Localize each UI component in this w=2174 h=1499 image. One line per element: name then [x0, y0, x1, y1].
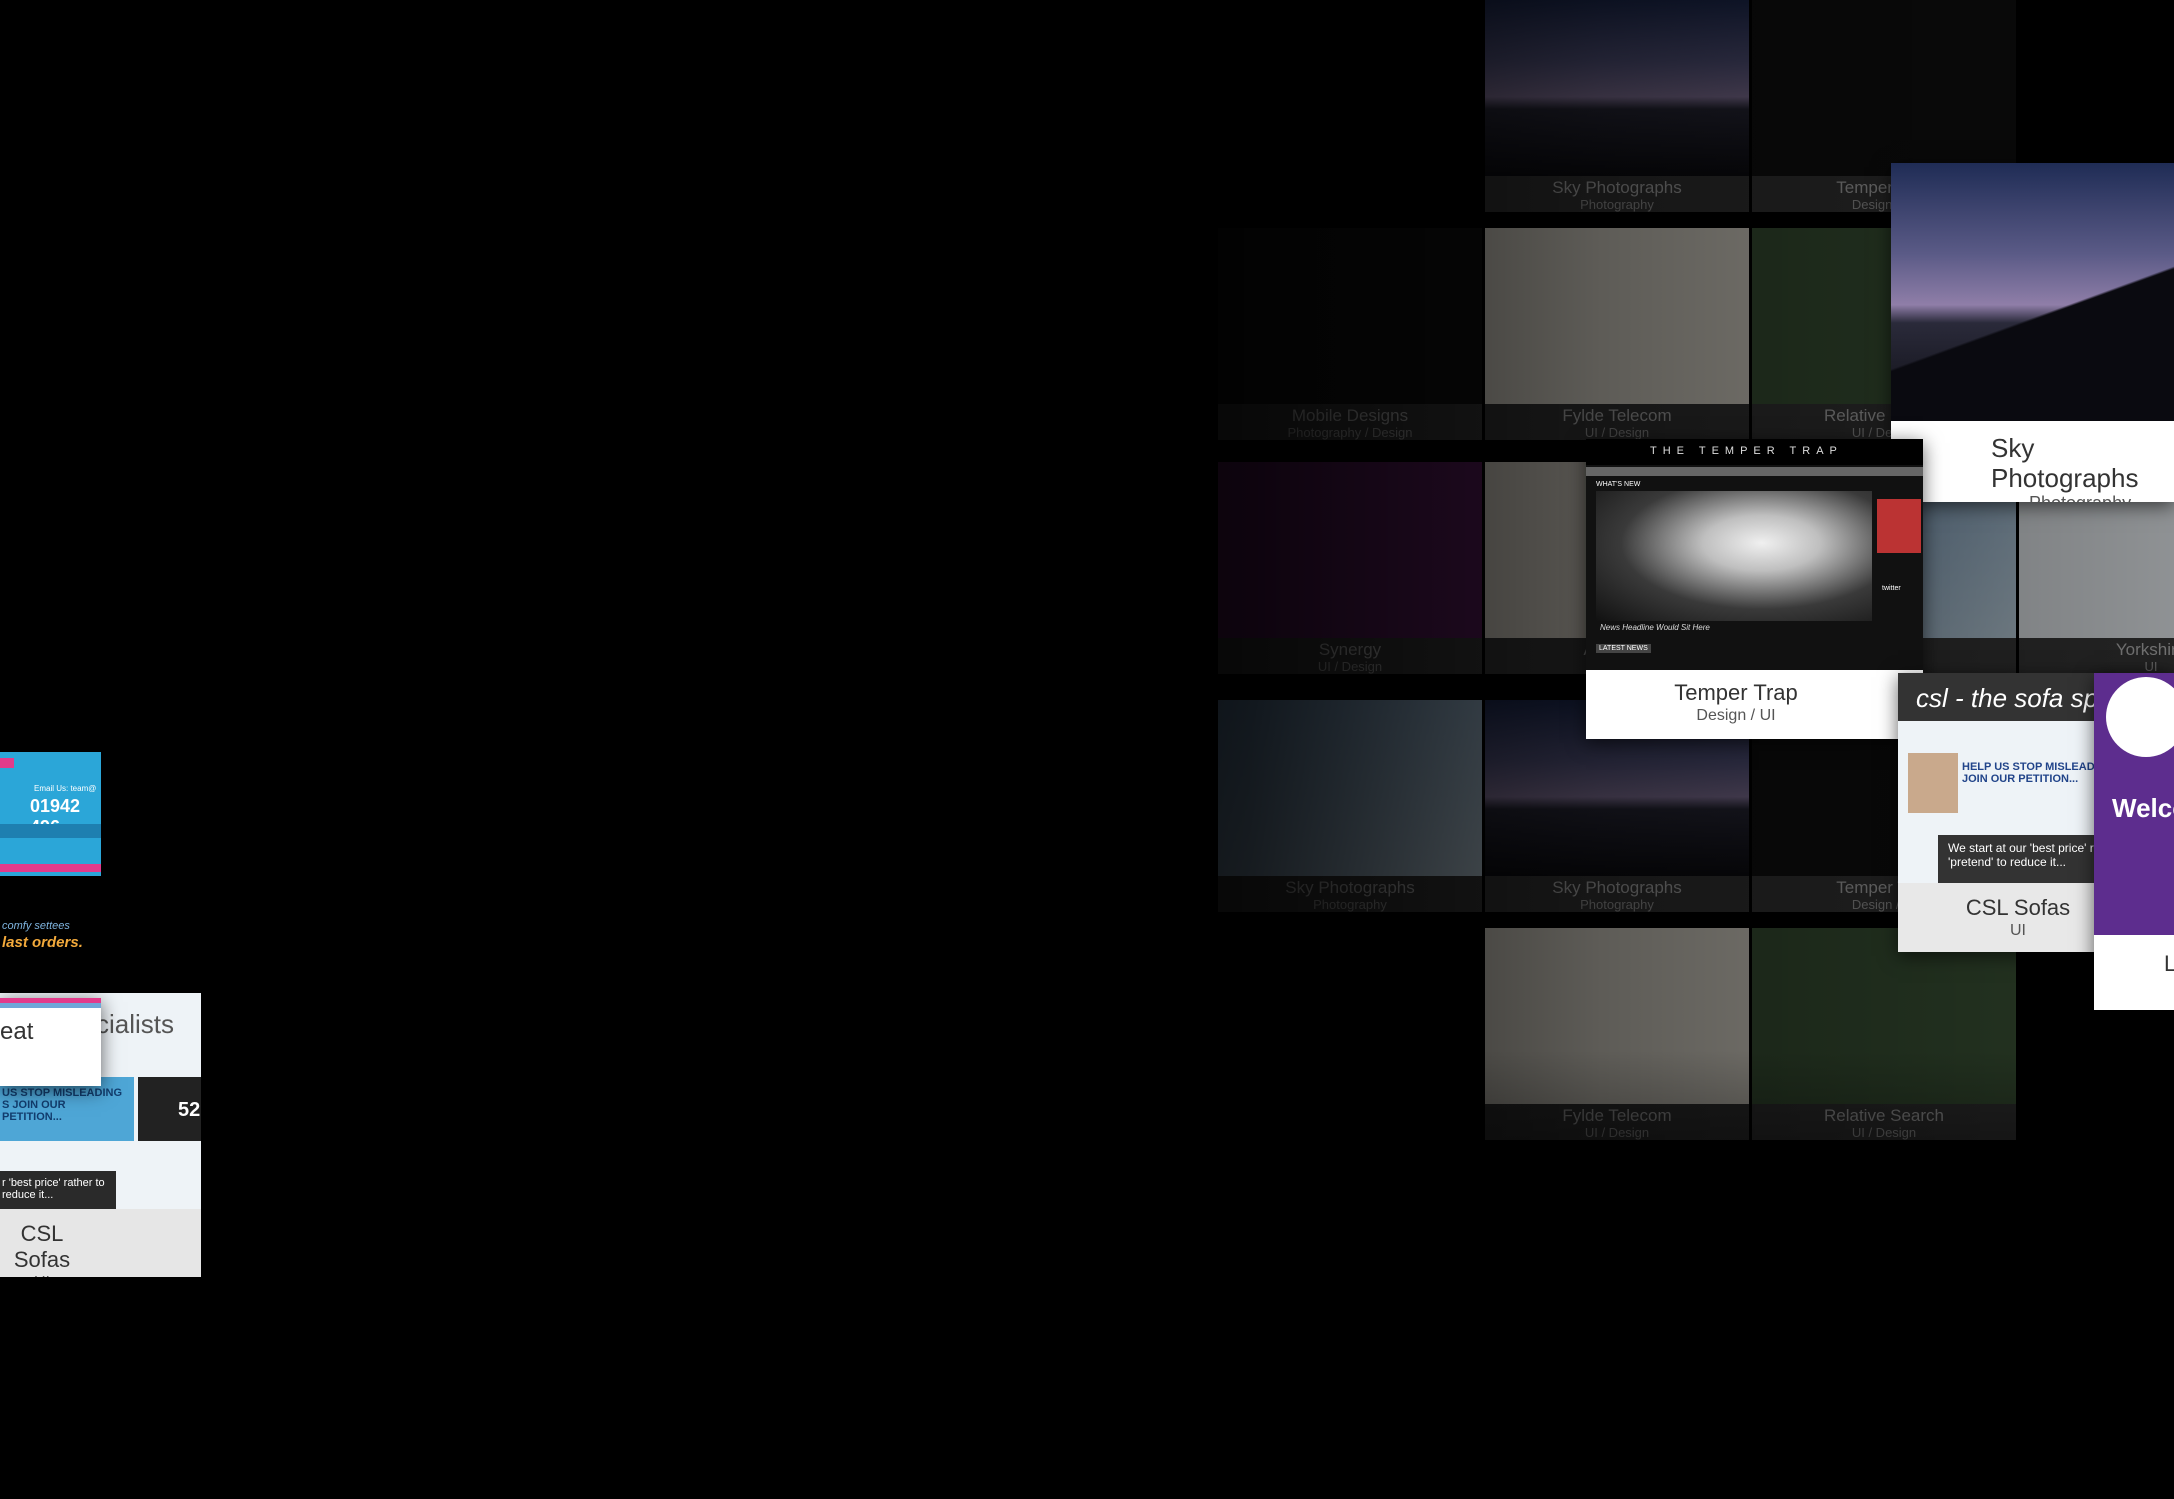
tile-screenshot	[1218, 462, 1482, 638]
project-card-sky-photographs[interactable]: Sky Photographs Photography	[1891, 163, 2174, 502]
project-card-comfy-settees[interactable]: comfy settees last orders.	[0, 890, 90, 990]
tile-title: Relative Search	[1823, 1106, 1944, 1125]
card-screenshot: Welco	[2094, 673, 2174, 935]
tile-title: Synergy	[1318, 640, 1382, 659]
gallery-stage: Sky Photographs Photography Temper Trap De…	[0, 0, 2174, 1499]
brand-text: cialists	[96, 1009, 175, 1039]
tile-title: Sky Photographs	[1552, 178, 1682, 197]
card-screenshot: Email Us: team@ 01942 496	[0, 752, 101, 876]
whats-new-label: WHAT'S NEW	[1596, 481, 1641, 488]
tile-subtitle: UI / Design	[1584, 425, 1650, 440]
site-header-bar: THE TEMPER TRAP	[1586, 439, 1923, 465]
tile-screenshot	[1218, 228, 1482, 404]
card-title: Temper Trap	[1674, 680, 1798, 705]
twitter-label: twitter	[1882, 585, 1901, 592]
card-title: Sky Photographs	[1991, 433, 2139, 493]
gallery-tile[interactable]: Sky Photographs Photography	[1485, 0, 1749, 212]
site-name: THE TEMPER TRAP	[1650, 445, 1843, 457]
gallery-tile[interactable]: Fylde Telecom UI / Design	[1485, 228, 1749, 440]
rating-number: 52	[178, 1099, 201, 1121]
card-subtitle: Photography	[1891, 493, 2174, 502]
tile-title: Sky Photographs	[1552, 878, 1682, 897]
gallery-tile[interactable]: Fylde Telecom UI / Design	[1485, 928, 1749, 1140]
tile-title: Sky Photographs	[1285, 878, 1415, 897]
tile-subtitle: Photography / Design	[1287, 425, 1413, 440]
tile-screenshot	[1218, 700, 1482, 876]
comfy-line-1: comfy settees	[2, 920, 70, 932]
tile-subtitle: UI	[2144, 659, 2158, 674]
tile-title: Fylde Telecom	[1562, 406, 1672, 425]
welcome-heading: Welco	[2112, 793, 2174, 823]
card-screenshot: THE TEMPER TRAP WHAT'S NEW News Headline…	[1586, 439, 1923, 670]
project-card-lose-weight[interactable]: Welco L	[2094, 673, 2174, 1010]
price-banner: r 'best price' rather to reduce it...	[0, 1171, 116, 1209]
brand-text: csl - the sofa spe	[1916, 683, 2113, 713]
nav-strip	[0, 758, 14, 768]
tile-subtitle: Photography	[1580, 197, 1654, 212]
tile-subtitle: Photography	[1580, 897, 1654, 912]
rating-box: 52	[138, 1077, 201, 1141]
nav-bar	[1586, 467, 1923, 476]
best-price-text: r 'best price' rather to reduce it...	[2, 1177, 105, 1201]
tile-subtitle: UI / Design	[1851, 1125, 1917, 1140]
tile-screenshot	[1752, 0, 2016, 176]
headline: News Headline Would Sit Here	[1600, 623, 1710, 632]
petition-box: US STOP MISLEADING S JOIN OUR PETITION..…	[0, 1077, 134, 1141]
band-photo	[1596, 491, 1872, 621]
tile-subtitle: Photography	[1313, 897, 1387, 912]
petition-text: US STOP MISLEADING S JOIN OUR PETITION..…	[2, 1087, 123, 1123]
menu-bar	[0, 824, 101, 838]
email-label: Email Us: team@	[34, 784, 97, 793]
card-subtitle: UI	[0, 1273, 84, 1277]
tile-screenshot	[1485, 228, 1749, 404]
gallery-tile[interactable]: Relative Search UI / Design	[1752, 928, 2016, 1140]
tile-subtitle: UI / Design	[1584, 1125, 1650, 1140]
tile-screenshot	[1485, 0, 1749, 176]
tile-title: Yorkshire	[2115, 640, 2174, 659]
latest-news-label: LATEST NEWS	[1596, 644, 1651, 653]
card-title: CSL Sofas	[13, 1221, 71, 1272]
tile-screenshot	[1752, 928, 2016, 1104]
project-card-lwfg[interactable]: Email Us: team@ 01942 496	[0, 752, 101, 876]
tile-subtitle: UI / Design	[1317, 659, 1383, 674]
gallery-tile[interactable]: Mobile Designs Photography / Design	[1218, 228, 1482, 440]
gallery-tile[interactable]: Sky Photographs Photography	[1218, 700, 1482, 912]
tile-screenshot	[1485, 928, 1749, 1104]
card-subtitle: Design / UI	[1696, 707, 1776, 724]
tile-title: Fylde Telecom	[1562, 1106, 1672, 1125]
pink-stripe	[0, 864, 101, 872]
gallery-tile[interactable]: Synergy UI / Design	[1218, 462, 1482, 674]
side-photo	[1877, 499, 1921, 553]
logo-cloud	[2106, 677, 2174, 757]
card-title: eat	[0, 1018, 34, 1045]
card-screenshot	[1891, 163, 2174, 421]
stripe-bar	[0, 998, 101, 1008]
comfy-line-2: last orders.	[2, 934, 83, 951]
project-card-temper-trap[interactable]: THE TEMPER TRAP WHAT'S NEW News Headline…	[1586, 439, 1923, 739]
card-title: L	[2164, 951, 2174, 976]
tile-title: Mobile Designs	[1291, 406, 1409, 425]
project-card-eat-caption[interactable]: eat	[0, 998, 101, 1086]
person-photo	[1908, 753, 1958, 813]
